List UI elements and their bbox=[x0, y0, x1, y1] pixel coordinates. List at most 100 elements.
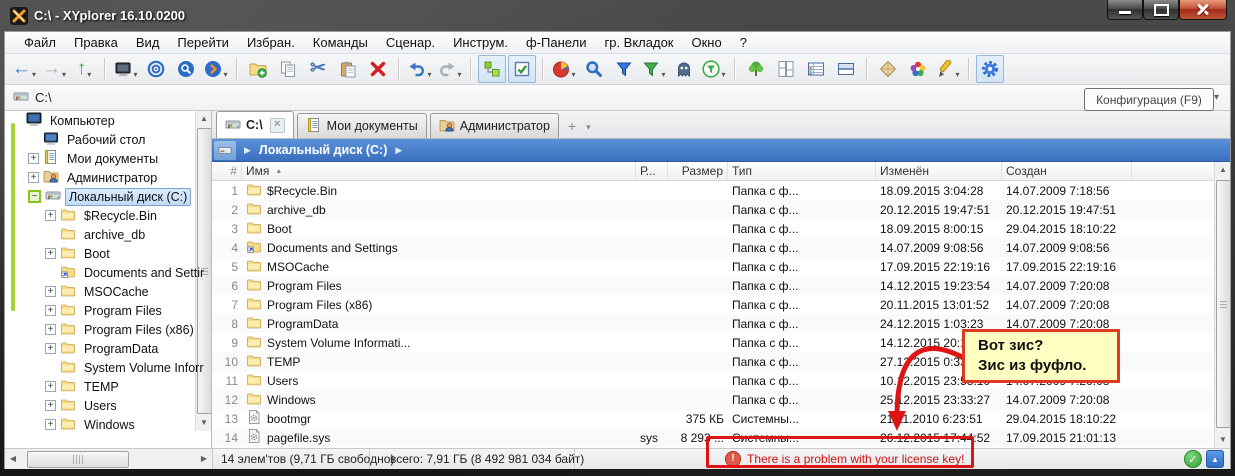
report-button[interactable] bbox=[802, 55, 830, 83]
up-button[interactable]: ↑▾ bbox=[70, 55, 98, 83]
dual-pane-button[interactable] bbox=[772, 55, 800, 83]
dropdown-caret-icon[interactable]: ▾ bbox=[661, 70, 665, 82]
split-horizontal-button[interactable] bbox=[832, 55, 860, 83]
wrap-button[interactable] bbox=[874, 55, 902, 83]
address-path[interactable]: C:\ bbox=[35, 90, 52, 105]
dropdown-caret-icon[interactable]: ▾ bbox=[223, 70, 227, 82]
show-tree-button[interactable] bbox=[478, 55, 506, 83]
customize-button[interactable] bbox=[904, 55, 932, 83]
expand-toggle[interactable]: + bbox=[45, 324, 56, 335]
mini-tree-button[interactable]: ▾ bbox=[112, 55, 140, 83]
redo-button[interactable]: ▾ bbox=[436, 55, 464, 83]
breadcrumb[interactable]: ▶ Локальный диск (C:) ▶ bbox=[212, 139, 1230, 162]
breadcrumb-separator-icon[interactable]: ▶ bbox=[244, 145, 251, 156]
dropdown-caret-icon[interactable]: ▾ bbox=[427, 70, 431, 82]
menu-item-10[interactable]: Окно bbox=[683, 33, 731, 52]
configuration-button[interactable] bbox=[976, 55, 1004, 83]
title-bar[interactable]: C:\ - XYplorer 16.10.0200 bbox=[0, 0, 1235, 31]
tree-item[interactable]: +MSOCache bbox=[5, 282, 211, 301]
column-header-5[interactable]: Изменён bbox=[876, 162, 1002, 180]
expand-toggle[interactable]: + bbox=[45, 381, 56, 392]
file-row[interactable]: 6Program FilesПапка с ф...14.12.2015 19:… bbox=[212, 276, 1230, 295]
expand-toggle[interactable]: + bbox=[45, 210, 56, 221]
ok-status-icon[interactable]: ✓ bbox=[1184, 450, 1202, 468]
visual-filter-button[interactable]: ▾ bbox=[700, 55, 728, 83]
tree-item[interactable]: archive_db bbox=[5, 225, 211, 244]
find-files-button[interactable] bbox=[580, 55, 608, 83]
ghost-filter-button[interactable] bbox=[670, 55, 698, 83]
tree-item[interactable]: +Администратор bbox=[5, 168, 211, 187]
hotlist-button[interactable] bbox=[142, 55, 170, 83]
menu-item-2[interactable]: Вид bbox=[127, 33, 169, 52]
scroll-down-icon[interactable]: ▼ bbox=[1215, 432, 1231, 448]
tree-item[interactable]: +ProgramData bbox=[5, 339, 211, 358]
column-header-6[interactable]: Создан bbox=[1002, 162, 1132, 180]
expand-toggle[interactable]: + bbox=[45, 343, 56, 354]
column-header-1[interactable]: Имя▲ bbox=[242, 162, 636, 180]
column-header-4[interactable]: Тип bbox=[728, 162, 876, 180]
expand-toggle[interactable]: + bbox=[45, 286, 56, 297]
tree-item[interactable]: +Boot bbox=[5, 244, 211, 263]
file-row[interactable]: 1$Recycle.BinПапка с ф...18.09.2015 3:04… bbox=[212, 181, 1230, 200]
dropdown-caret-icon[interactable]: ▾ bbox=[32, 70, 36, 82]
menu-item-0[interactable]: Файл bbox=[15, 33, 65, 52]
expand-toggle[interactable]: + bbox=[45, 305, 56, 316]
column-header-3[interactable]: Размер bbox=[668, 162, 728, 180]
forward-button[interactable]: →▾ bbox=[40, 55, 68, 83]
menu-item-6[interactable]: Сценар. bbox=[377, 33, 444, 52]
collapse-toggle[interactable]: − bbox=[28, 190, 41, 203]
menu-item-8[interactable]: ф-Панели bbox=[517, 33, 595, 52]
new-folder-button[interactable] bbox=[244, 55, 272, 83]
cut-button[interactable]: ✂ bbox=[304, 55, 332, 83]
tree-item[interactable]: +TEMP bbox=[5, 377, 211, 396]
file-row[interactable]: 2archive_dbПапка с ф...20.12.2015 19:47:… bbox=[212, 200, 1230, 219]
back-button[interactable]: ←▾ bbox=[10, 55, 38, 83]
minimize-button[interactable] bbox=[1107, 0, 1143, 20]
tree-item[interactable]: +$Recycle.Bin bbox=[5, 206, 211, 225]
menu-item-7[interactable]: Инструм. bbox=[444, 33, 517, 52]
tree-item[interactable]: Рабочий стол bbox=[5, 130, 211, 149]
dropdown-caret-icon[interactable]: ▾ bbox=[87, 70, 91, 82]
tab-c-[interactable]: C:\× bbox=[216, 111, 294, 138]
expand-toggle[interactable]: + bbox=[28, 153, 39, 164]
quick-search-button[interactable] bbox=[172, 55, 200, 83]
dropdown-caret-icon[interactable]: ▾ bbox=[955, 70, 959, 82]
file-list-scrollbar[interactable]: ▲ ▼ bbox=[1214, 162, 1230, 448]
breadcrumb-drive-icon[interactable] bbox=[214, 141, 236, 160]
scroll-up-icon[interactable]: ▲ bbox=[1215, 162, 1231, 178]
dropdown-caret-icon[interactable]: ▾ bbox=[457, 70, 461, 82]
close-button[interactable] bbox=[1179, 0, 1227, 20]
scrollbar-thumb[interactable] bbox=[27, 451, 129, 468]
expand-toggle[interactable]: + bbox=[45, 400, 56, 411]
file-row[interactable]: 3BootПапка с ф...18.09.2015 8:00:1529.04… bbox=[212, 219, 1230, 238]
breadcrumb-label[interactable]: Локальный диск (C:) bbox=[259, 143, 387, 157]
panel-up-icon[interactable]: ▲ bbox=[1206, 450, 1224, 468]
file-row[interactable]: 4Documents and SettingsПапка с ф...14.07… bbox=[212, 238, 1230, 257]
tree-item[interactable]: −Локальный диск (C:) bbox=[5, 187, 211, 206]
tab-мои-документы[interactable]: Мои документы bbox=[297, 113, 427, 138]
tab-администратор[interactable]: Администратор bbox=[430, 113, 559, 138]
tree-item[interactable]: +Windows bbox=[5, 415, 211, 434]
tree-item[interactable]: Documents and Settir bbox=[5, 263, 211, 282]
file-row[interactable]: 13bootmgr375 КБСистемны...21.11.2010 6:2… bbox=[212, 409, 1230, 428]
dropdown-caret-icon[interactable]: ▾ bbox=[62, 70, 66, 82]
tree-item[interactable]: +Program Files (x86) bbox=[5, 320, 211, 339]
menu-item-3[interactable]: Перейти bbox=[168, 33, 238, 52]
address-bar[interactable]: C:\ ▾ bbox=[5, 85, 1230, 111]
tab-close-icon[interactable]: × bbox=[270, 118, 285, 133]
file-row[interactable]: 7Program Files (x86)Папка с ф...20.11.20… bbox=[212, 295, 1230, 314]
dropdown-caret-icon[interactable]: ▾ bbox=[571, 70, 575, 82]
paste-button[interactable] bbox=[334, 55, 362, 83]
menu-item-9[interactable]: гр. Вкладок bbox=[595, 33, 682, 52]
copy-button[interactable] bbox=[274, 55, 302, 83]
scroll-left-icon[interactable]: ◀ bbox=[5, 449, 21, 469]
column-header-2[interactable]: Р... bbox=[636, 162, 668, 180]
file-row[interactable]: 12WindowsПапка с ф...25.12.2015 23:33:27… bbox=[212, 390, 1230, 409]
undo-button[interactable]: ▾ bbox=[406, 55, 434, 83]
tree-item[interactable]: Компьютер bbox=[5, 111, 211, 130]
menu-item-5[interactable]: Команды bbox=[304, 33, 377, 52]
dropdown-caret-icon[interactable]: ▾ bbox=[721, 70, 725, 82]
menu-item-1[interactable]: Правка bbox=[65, 33, 127, 52]
file-row[interactable]: 5MSOCacheПапка с ф...17.09.2015 22:19:16… bbox=[212, 257, 1230, 276]
quick-filter-button[interactable]: ▾ bbox=[640, 55, 668, 83]
